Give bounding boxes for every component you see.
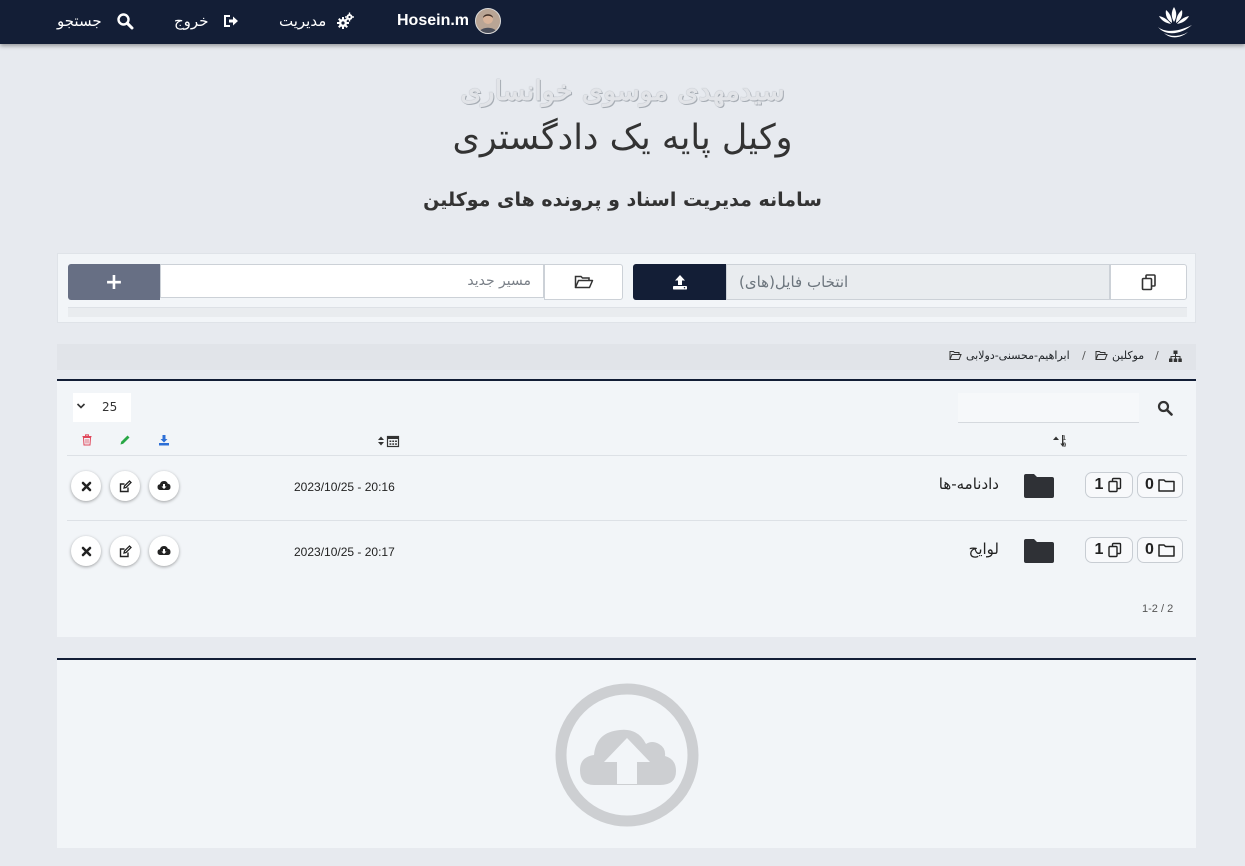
folder-name[interactable]: لوایح: [969, 540, 999, 558]
folder-open-icon: [1095, 351, 1108, 360]
top-navbar: Hosein.m مدیریت خروج جستجو: [0, 0, 1245, 44]
owner-role: وکیل پایه یک دادگستری: [452, 118, 793, 158]
pagination-info: 2 / 1-2: [1142, 603, 1174, 615]
delete-button[interactable]: [71, 471, 101, 501]
delete-button[interactable]: [71, 536, 101, 566]
cloud-download-icon: [157, 546, 171, 555]
file-placeholder: انتخاب فایل(های): [739, 273, 849, 291]
table-row[interactable]: 0 1 لوایح 2023/10/25 - 20:17: [67, 520, 1187, 585]
folder-count-badge: 0: [1137, 472, 1183, 498]
add-label: +: [104, 269, 124, 295]
manage-menu[interactable]: مدیریت: [279, 9, 355, 33]
copy-button[interactable]: [1110, 264, 1187, 300]
folder-count-badge: 0: [1137, 537, 1183, 563]
upload-button[interactable]: [633, 264, 726, 300]
upload-panel: انتخاب فایل(های) +: [57, 253, 1196, 323]
breadcrumb-separator: /: [1082, 349, 1086, 362]
breadcrumb: / موکلین / ابراهیم-محسنی-دولابی: [57, 344, 1196, 370]
folder-outline-icon: [1158, 544, 1175, 557]
add-button[interactable]: +: [68, 264, 160, 300]
folder-outline-icon: [1158, 479, 1175, 492]
logout-link[interactable]: خروج: [174, 9, 240, 33]
upload-progress-bar: [68, 307, 1187, 317]
svg-text:9: 9: [1063, 442, 1067, 448]
cogs-icon: [337, 12, 355, 29]
file-count-badge: 1: [1085, 537, 1133, 563]
file-count: 1: [1094, 541, 1104, 558]
upload-dropzone[interactable]: [57, 658, 1196, 848]
folder-icon: [1024, 474, 1054, 498]
system-subtitle: سامانه مدیریت اسناد و پرونده های موکلین: [423, 189, 822, 211]
owner-name: سیدمهدی موسوی خوانساری: [460, 76, 785, 107]
copy-icon: [1108, 477, 1122, 493]
close-icon: [81, 546, 91, 556]
search-icon: [116, 13, 134, 30]
upload-icon: [672, 275, 687, 290]
download-button[interactable]: [149, 471, 179, 501]
sign-out-icon: [224, 15, 239, 27]
logout-label: خروج: [174, 12, 209, 30]
new-path-input[interactable]: [160, 264, 544, 298]
sort-name-icon[interactable]: 1 9: [1052, 434, 1076, 448]
breadcrumb-separator: /: [1155, 349, 1159, 362]
new-folder-button[interactable]: [544, 264, 623, 300]
table-search-input[interactable]: [958, 393, 1139, 423]
cloud-download-icon: [157, 481, 171, 490]
breadcrumb-label: ابراهیم-محسنی-دولابی: [966, 349, 1070, 362]
page-size-value: 25: [102, 400, 118, 414]
file-count: 1: [1094, 476, 1104, 493]
user-menu[interactable]: Hosein.m: [397, 8, 502, 34]
cloud-upload-icon: [555, 683, 699, 827]
folder-count: 0: [1145, 476, 1154, 493]
edit-icon: [119, 544, 132, 557]
modified-date: 2023/10/25 - 20:17: [294, 545, 395, 559]
breadcrumb-item-clients[interactable]: موکلین: [1095, 349, 1144, 362]
svg-text:1: 1: [1063, 435, 1067, 442]
page-size-select[interactable]: 25: [73, 393, 131, 422]
download-icon[interactable]: [158, 434, 170, 446]
trash-icon[interactable]: [81, 434, 93, 446]
folder-open-icon: [574, 275, 593, 289]
manage-label: مدیریت: [279, 12, 327, 30]
breadcrumb-label: موکلین: [1112, 349, 1145, 362]
folder-open-icon: [949, 351, 962, 360]
avatar: [475, 8, 502, 34]
search-label: جستجو: [57, 12, 102, 30]
pencil-icon[interactable]: [119, 434, 131, 446]
copy-icon: [1108, 542, 1122, 558]
search-icon[interactable]: [1157, 400, 1173, 416]
edit-icon: [119, 479, 132, 492]
file-select-field[interactable]: انتخاب فایل(های): [726, 264, 1110, 300]
edit-button[interactable]: [110, 471, 140, 501]
sitemap-icon[interactable]: [1169, 350, 1182, 363]
folder-icon: [1024, 539, 1054, 563]
folder-count: 0: [1145, 541, 1154, 558]
chevron-down-icon: [76, 403, 86, 409]
logo-icon[interactable]: [1152, 1, 1196, 41]
folder-name[interactable]: دادنامه-ها: [939, 475, 999, 493]
modified-date: 2023/10/25 - 20:16: [294, 480, 395, 494]
search-link[interactable]: جستجو: [57, 9, 134, 33]
file-count-badge: 1: [1085, 472, 1133, 498]
user-name: Hosein.m: [397, 12, 470, 29]
close-icon: [81, 481, 91, 491]
file-table-panel: 25 1 9 0 1 دادنامه-ها 2023/10/25 - 20:16…: [57, 379, 1196, 637]
table-row[interactable]: 0 1 دادنامه-ها 2023/10/25 - 20:16: [67, 455, 1187, 520]
download-button[interactable]: [149, 536, 179, 566]
copy-icon: [1141, 274, 1156, 291]
breadcrumb-item-current[interactable]: ابراهیم-محسنی-دولابی: [949, 349, 1070, 362]
sort-date-icon[interactable]: [377, 434, 401, 448]
edit-button[interactable]: [110, 536, 140, 566]
